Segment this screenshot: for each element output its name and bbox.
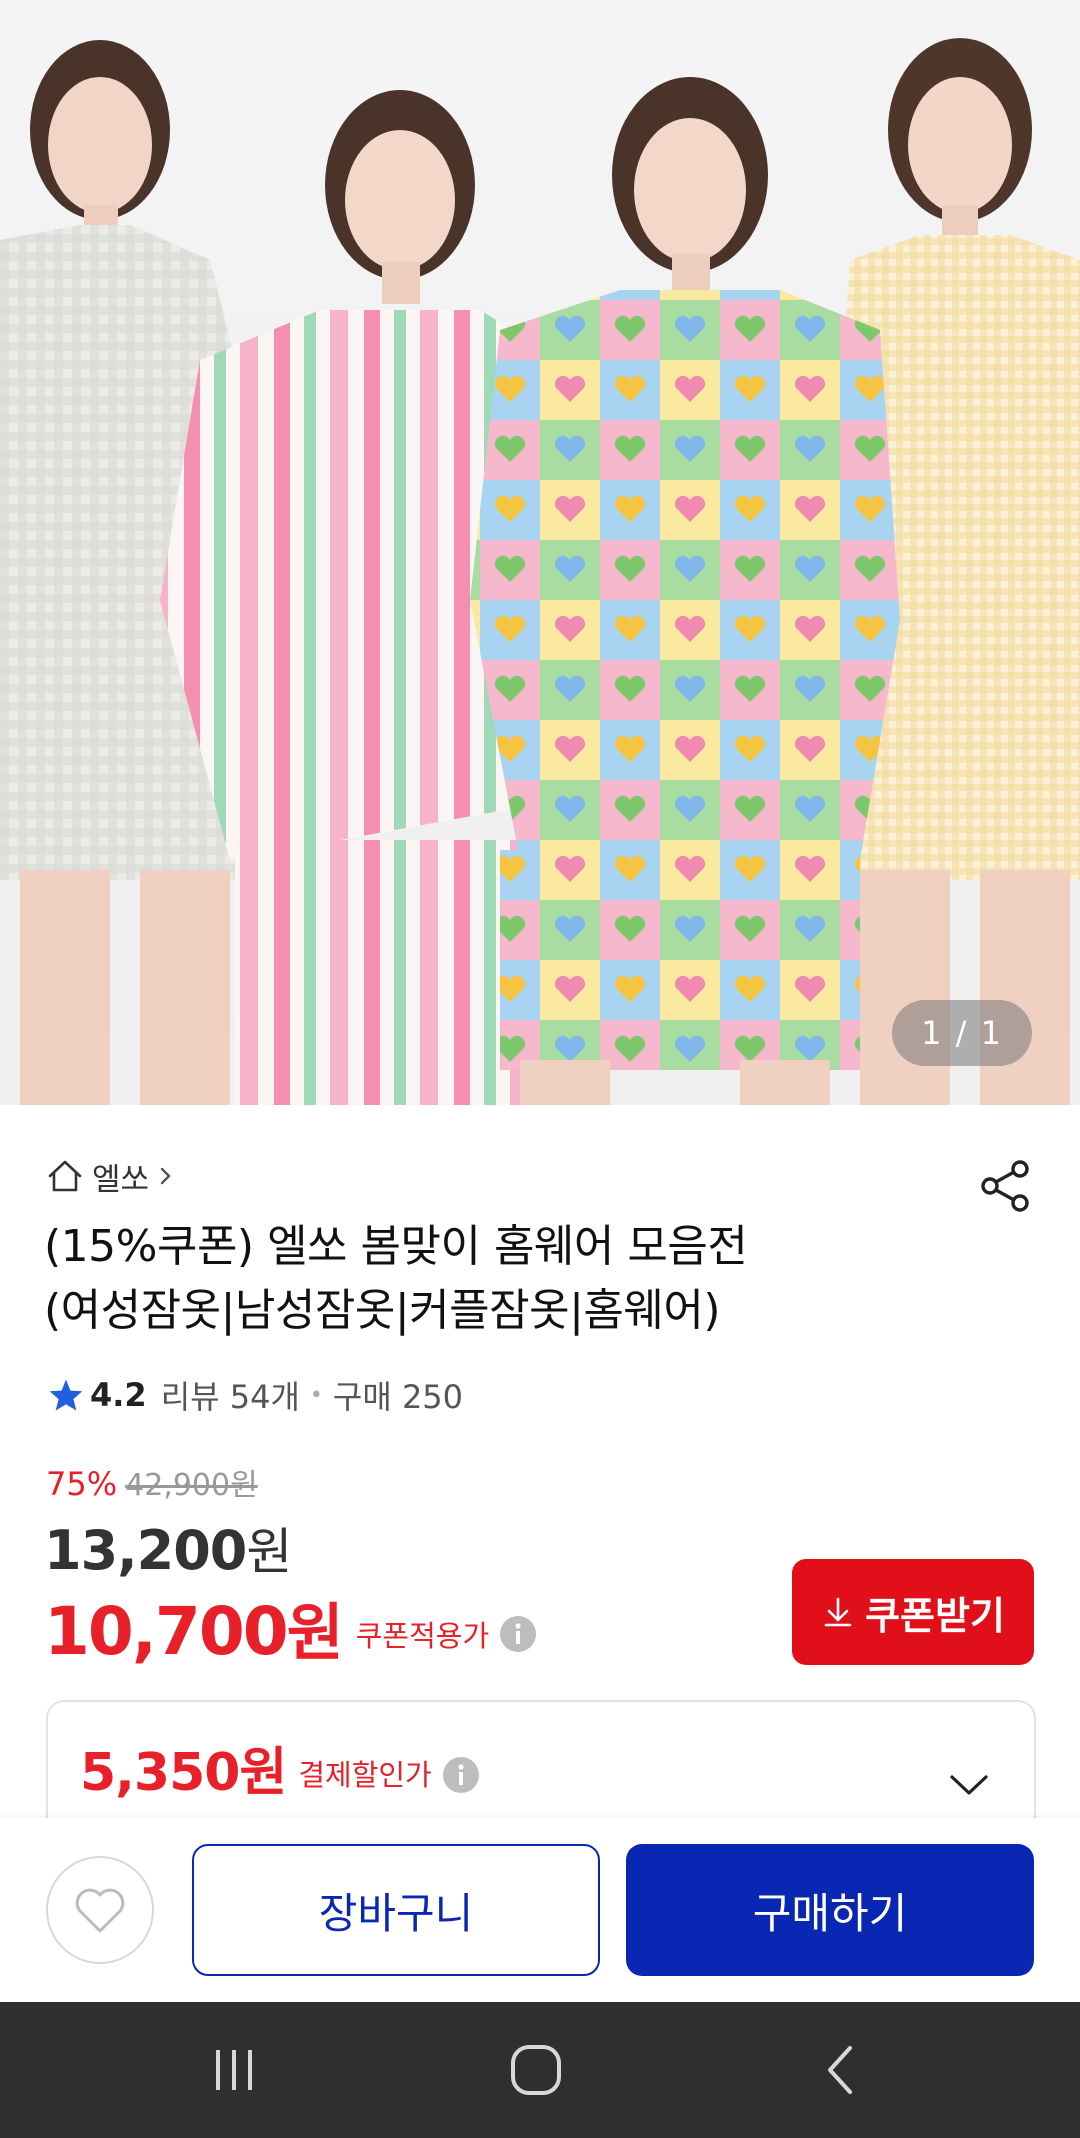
original-price: 42,900원: [125, 1468, 258, 1503]
rating-score: 4.2: [90, 1376, 147, 1414]
share-button[interactable]: [978, 1158, 1034, 1214]
download-coupon-label: 쿠폰받기: [865, 1593, 1005, 1638]
product-title-line2: (여성잠옷|남성잠옷|커플잠옷|홈웨어): [44, 1285, 721, 1336]
wishlist-button[interactable]: [46, 1856, 154, 1964]
share-icon: [981, 1160, 1029, 1212]
info-icon[interactable]: [442, 1756, 480, 1794]
coupon-price: 10,700원: [44, 1582, 344, 1672]
store-link[interactable]: 엘쏘: [46, 1152, 175, 1200]
back-icon[interactable]: [818, 2042, 862, 2098]
image-page-counter: 1 / 1: [892, 1000, 1032, 1066]
buy-now-button[interactable]: 구매하기: [626, 1844, 1034, 1976]
coupon-price-number: 10,700: [44, 1593, 289, 1670]
recent-apps-icon[interactable]: [210, 2042, 258, 2098]
pay-price-number: 5,350: [80, 1743, 240, 1803]
add-to-cart-button[interactable]: 장바구니: [192, 1844, 600, 1976]
download-coupon-button[interactable]: 쿠폰받기: [792, 1559, 1034, 1665]
payment-discount-label: 결제할인가: [298, 1757, 432, 1792]
payment-discount-price: 5,350원: [80, 1730, 287, 1805]
rating-summary[interactable]: 4.2 리뷰 54개 • 구매 250: [48, 1373, 463, 1417]
star-icon: [49, 1379, 83, 1411]
review-count[interactable]: 리뷰 54개: [161, 1372, 300, 1418]
sale-price-unit: 원: [246, 1523, 292, 1581]
purchase-count: 구매 250: [332, 1378, 464, 1416]
payment-discount-row: 5,350원 결제할인가: [80, 1730, 480, 1805]
product-title: (15%쿠폰) 엘쏘 봄맞이 홈웨어 모음전 (여성잠옷|남성잠옷|커플잠옷|홈…: [44, 1215, 1024, 1343]
store-name: 엘쏘: [92, 1161, 150, 1198]
product-image[interactable]: 1 / 1: [0, 0, 1080, 1105]
product-detail-page: 1 / 1 엘쏘 (15%쿠폰) 엘쏘 봄맞이 홈웨어 모음전 (여성잠옷|남성…: [0, 0, 1080, 2138]
models-illustration: [0, 38, 1080, 1105]
info-icon[interactable]: [499, 1615, 537, 1653]
separator-dot: •: [309, 1382, 323, 1408]
discount-row: 75% 42,900원: [46, 1460, 258, 1504]
chevron-right-icon: [160, 1167, 171, 1185]
pay-price-unit: 원: [239, 1743, 287, 1803]
chevron-down-icon[interactable]: [948, 1772, 990, 1798]
system-navigation-bar: [0, 2002, 1080, 2138]
discount-rate: 75%: [46, 1465, 118, 1503]
home-icon: [48, 1160, 82, 1192]
sale-price-number: 13,200: [44, 1519, 247, 1582]
coupon-price-unit: 원: [286, 1596, 344, 1669]
product-title-line1: (15%쿠폰) 엘쏘 봄맞이 홈웨어 모음전: [44, 1221, 748, 1272]
bottom-action-bar: 장바구니 구매하기: [0, 1818, 1080, 2002]
sale-price: 13,200원: [44, 1512, 292, 1584]
heart-icon: [75, 1888, 125, 1933]
coupon-price-label: 쿠폰적용가: [355, 1619, 490, 1653]
download-icon: [824, 1597, 852, 1627]
home-nav-icon[interactable]: [508, 2042, 564, 2098]
coupon-price-row: 10,700원 쿠폰적용가: [44, 1582, 537, 1672]
